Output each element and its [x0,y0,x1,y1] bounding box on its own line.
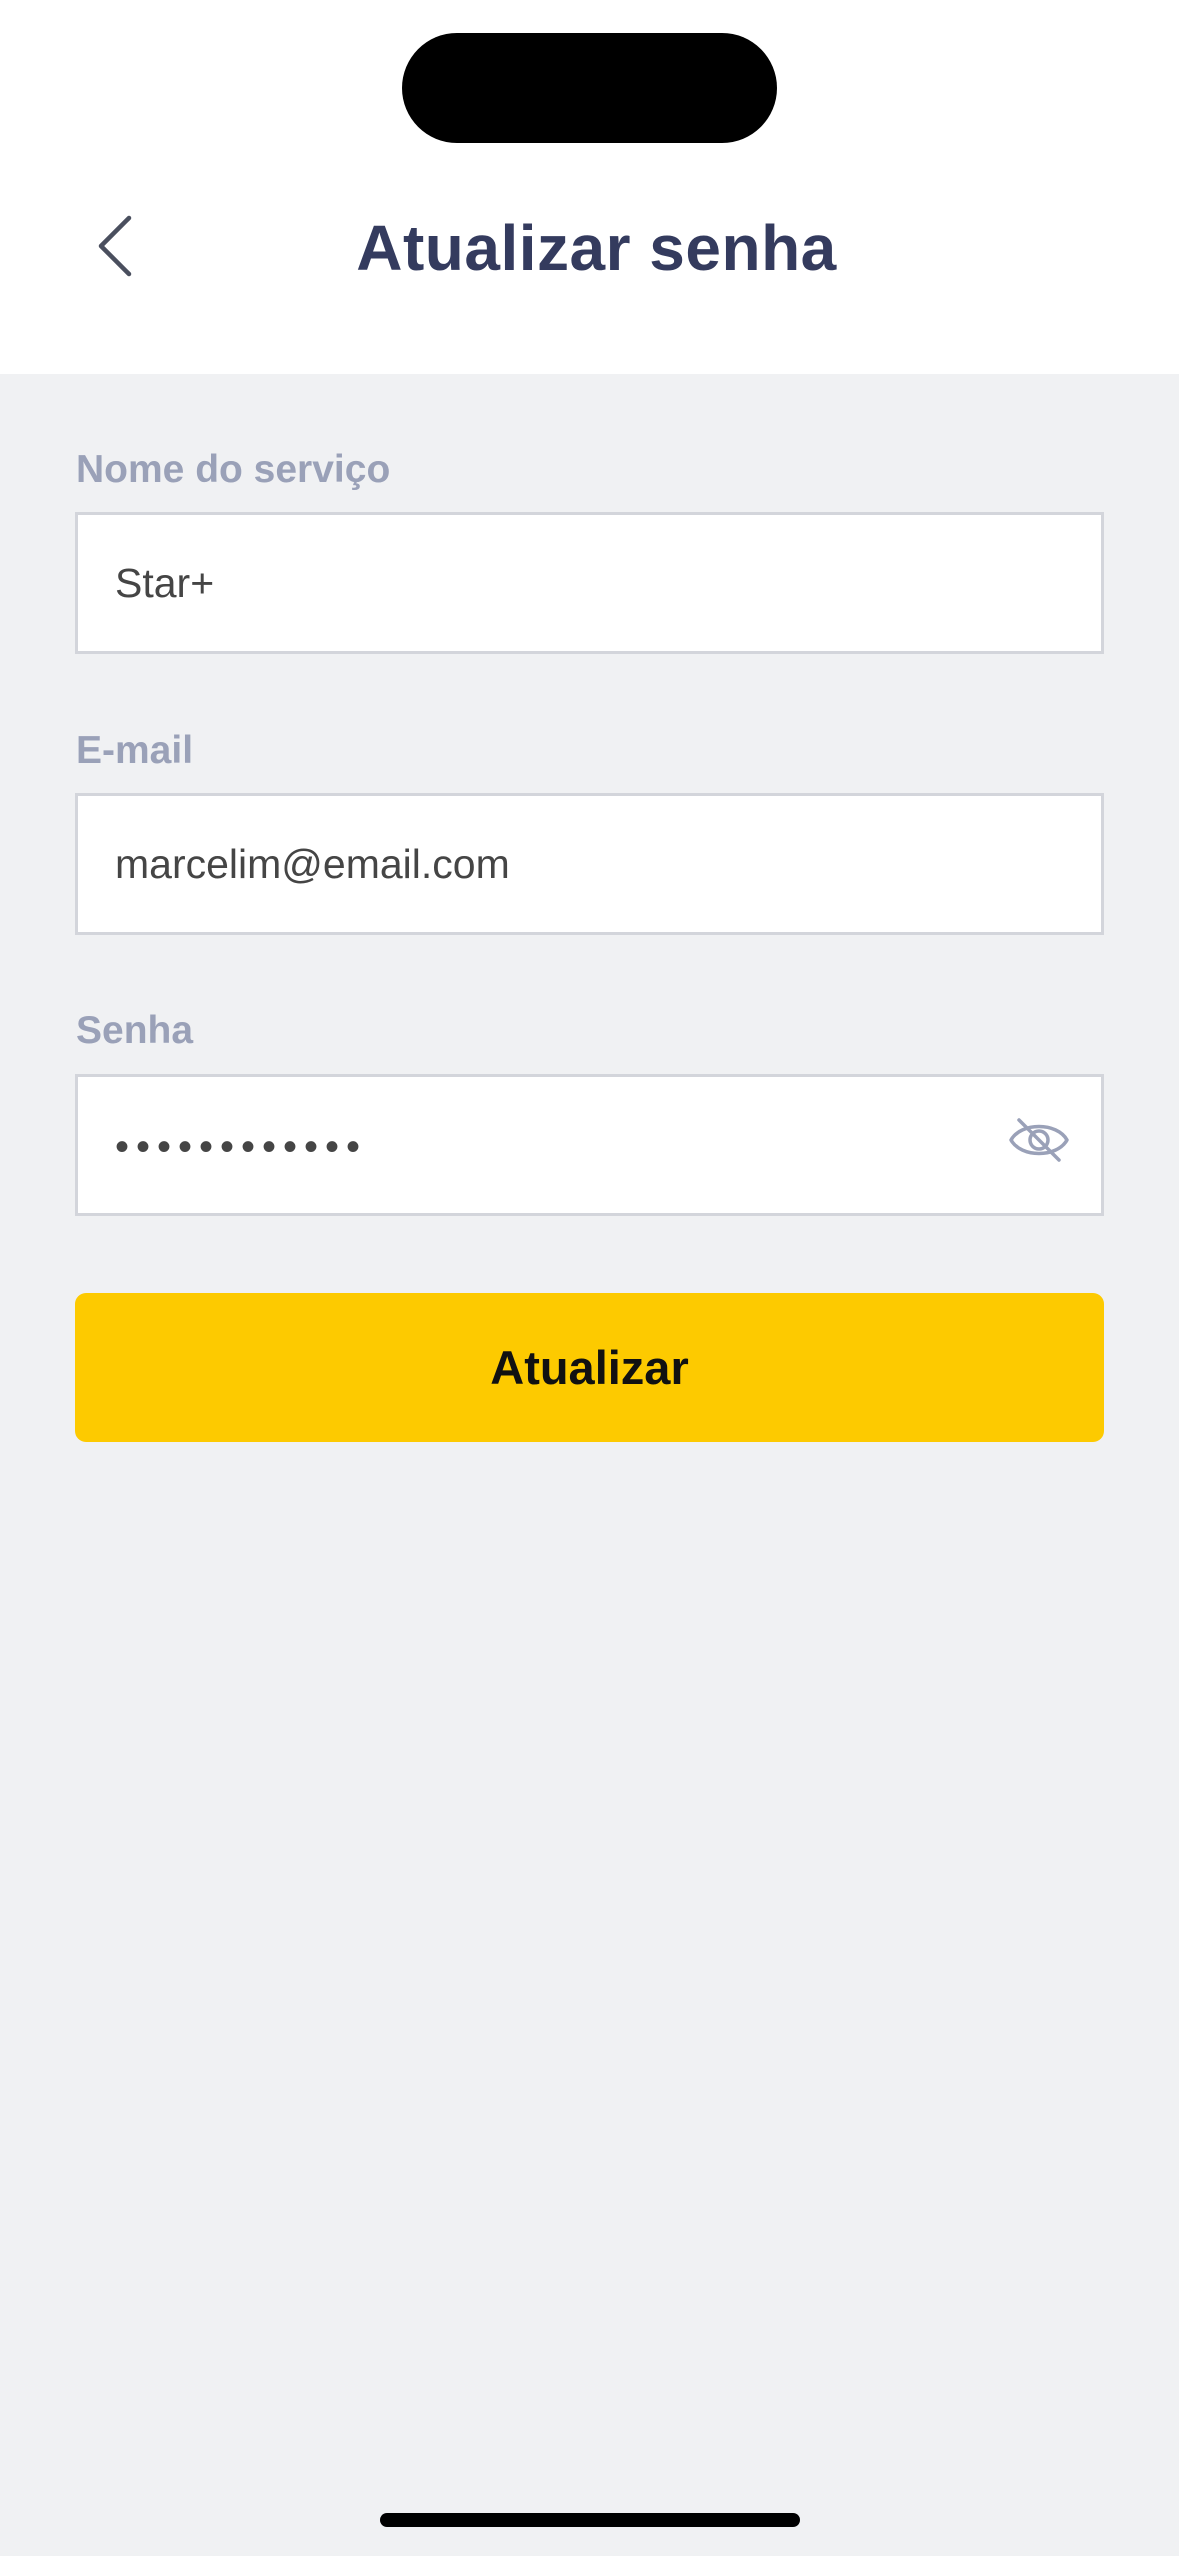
password-visibility-toggle[interactable] [1005,1111,1073,1179]
page-title: Atualizar senha [356,212,837,284]
email-input[interactable]: marcelim@email.com [75,793,1104,935]
service-name-input[interactable]: Star+ [75,512,1104,654]
email-label: E-mail [76,729,194,772]
dynamic-island [402,33,777,143]
service-name-value: Star+ [115,559,215,606]
password-label: Senha [76,1009,194,1052]
eye-off-icon [1007,1108,1071,1182]
password-input[interactable]: •••••••••••• [75,1074,1104,1216]
service-name-label: Nome do serviço [76,448,391,491]
top-bar: Atualizar senha [0,0,1179,374]
password-masked-value: •••••••••••• [115,1125,368,1169]
home-indicator [380,2513,800,2527]
update-button[interactable]: Atualizar [75,1293,1104,1442]
email-value: marcelim@email.com [115,840,510,887]
